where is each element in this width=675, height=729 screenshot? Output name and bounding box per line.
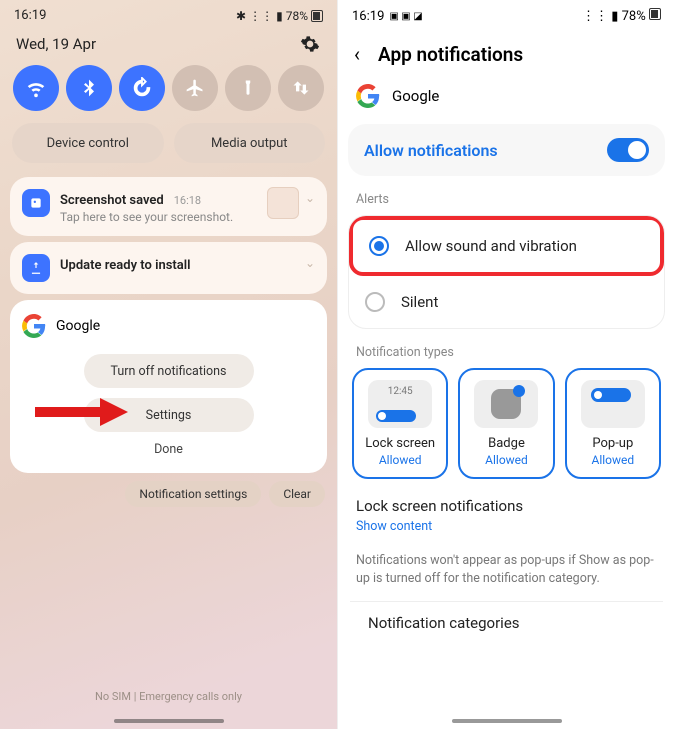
clear-button[interactable]: Clear <box>269 481 325 507</box>
right-phone-panel: 16:19 ▣ ▣ ◪ ⋮⋮ ▮ 78% ‹ App notifications… <box>338 0 675 729</box>
status-bar-left: 16:19 ✱ ⋮⋮ ▮ 78% <box>0 0 337 27</box>
nav-handle[interactable] <box>452 719 562 723</box>
settings-gear-icon[interactable] <box>299 33 321 55</box>
alert-silent-row[interactable]: Silent <box>349 276 664 328</box>
type-name: Lock screen <box>365 436 435 451</box>
notif-time: 16:18 <box>174 194 201 207</box>
notification-card[interactable]: Screenshot saved 16:18 Tap here to see y… <box>10 177 327 236</box>
alert-sound-vibration-row[interactable]: Allow sound and vibration <box>349 216 664 276</box>
radio-unselected-icon[interactable] <box>365 292 385 312</box>
airplane-toggle[interactable] <box>172 65 218 111</box>
screenshot-icon <box>22 189 50 217</box>
notif-title: Update ready to install <box>60 258 191 273</box>
page-title: App notifications <box>378 43 523 66</box>
type-name: Pop-up <box>592 436 633 451</box>
ls-link: Show content <box>356 519 657 534</box>
wifi-icon: ⋮⋮ <box>249 9 273 23</box>
battery-icon <box>649 8 661 20</box>
notif-subtitle: Tap here to see your screenshot. <box>60 210 233 224</box>
allow-label: Allow notifications <box>364 141 498 160</box>
battery-percent: 78% <box>286 9 308 23</box>
signal-icon: ▮ <box>611 9 618 24</box>
lock-screen-notifications-row[interactable]: Lock screen notifications Show content <box>338 479 675 538</box>
status-mini-icons: ▣ ▣ ◪ <box>389 11 422 22</box>
type-status: Allowed <box>379 453 422 467</box>
quick-settings-row <box>0 65 337 123</box>
badge-preview <box>474 380 538 428</box>
date-label: Wed, 19 Apr <box>16 35 96 53</box>
app-name: Google <box>392 87 439 105</box>
no-sim-label: No SIM | Emergency calls only <box>0 690 337 703</box>
battery-percent: 78% <box>622 9 646 24</box>
type-status: Allowed <box>591 453 634 467</box>
notification-categories-row[interactable]: Notification categories <box>350 601 663 632</box>
settings-button[interactable]: Settings <box>84 398 254 432</box>
type-status: Allowed <box>485 453 528 467</box>
google-logo-icon <box>22 314 46 338</box>
chevron-down-icon[interactable]: ⌄ <box>305 256 315 270</box>
battery-icon <box>311 10 323 22</box>
note-text: Notifications won't appear as pop-ups if… <box>338 538 675 601</box>
alert-silent-label: Silent <box>401 293 438 311</box>
rotate-toggle[interactable] <box>119 65 165 111</box>
popup-preview <box>581 380 645 428</box>
notif-title: Screenshot saved <box>60 193 164 208</box>
chevron-down-icon[interactable]: ⌄ <box>305 191 315 205</box>
type-popup[interactable]: Pop-up Allowed <box>565 368 661 479</box>
bluetooth-toggle[interactable] <box>66 65 112 111</box>
screenshot-thumb <box>267 187 299 219</box>
status-time: 16:19 <box>352 9 384 24</box>
alert-sound-label: Allow sound and vibration <box>405 237 577 255</box>
alerts-section-label: Alerts <box>338 176 675 215</box>
type-name: Badge <box>488 436 525 451</box>
wifi-icon: ⋮⋮ <box>582 9 608 24</box>
left-phone-panel: 16:19 ✱ ⋮⋮ ▮ 78% Wed, 19 Apr Device cont… <box>0 0 338 729</box>
allow-notifications-row[interactable]: Allow notifications <box>348 124 665 176</box>
back-icon[interactable]: ‹ <box>354 42 360 66</box>
device-control-button[interactable]: Device control <box>12 123 164 163</box>
lock-screen-preview: 12:45 <box>368 380 432 428</box>
ls-title: Lock screen notifications <box>356 497 657 515</box>
done-button[interactable]: Done <box>22 442 315 457</box>
signal-icon: ▮ <box>276 9 283 23</box>
preview-time: 12:45 <box>388 386 413 397</box>
notification-card[interactable]: Update ready to install ⌄ <box>10 242 327 294</box>
google-notification-card: Google Turn off notifications Settings D… <box>10 300 327 473</box>
wifi-toggle[interactable] <box>13 65 59 111</box>
type-badge[interactable]: Badge Allowed <box>458 368 554 479</box>
media-output-button[interactable]: Media output <box>174 123 326 163</box>
turn-off-notifications-button[interactable]: Turn off notifications <box>84 354 254 388</box>
status-icons: ⋮⋮ ▮ 78% <box>582 8 661 24</box>
status-bar-right: 16:19 ▣ ▣ ◪ ⋮⋮ ▮ 78% <box>338 0 675 30</box>
update-icon <box>22 254 50 282</box>
bluetooth-icon: ✱ <box>236 9 246 23</box>
transfer-toggle[interactable] <box>278 65 324 111</box>
allow-toggle[interactable] <box>607 138 649 162</box>
radio-selected-icon[interactable] <box>369 236 389 256</box>
google-app-name: Google <box>56 318 100 334</box>
nav-handle[interactable] <box>114 719 224 723</box>
torch-toggle[interactable] <box>225 65 271 111</box>
types-section-label: Notification types <box>338 329 675 368</box>
google-logo-icon <box>356 84 380 108</box>
notification-settings-button[interactable]: Notification settings <box>125 481 261 507</box>
type-lock-screen[interactable]: 12:45 Lock screen Allowed <box>352 368 448 479</box>
status-time: 16:19 <box>14 8 46 23</box>
status-icons: ✱ ⋮⋮ ▮ 78% <box>236 9 323 23</box>
